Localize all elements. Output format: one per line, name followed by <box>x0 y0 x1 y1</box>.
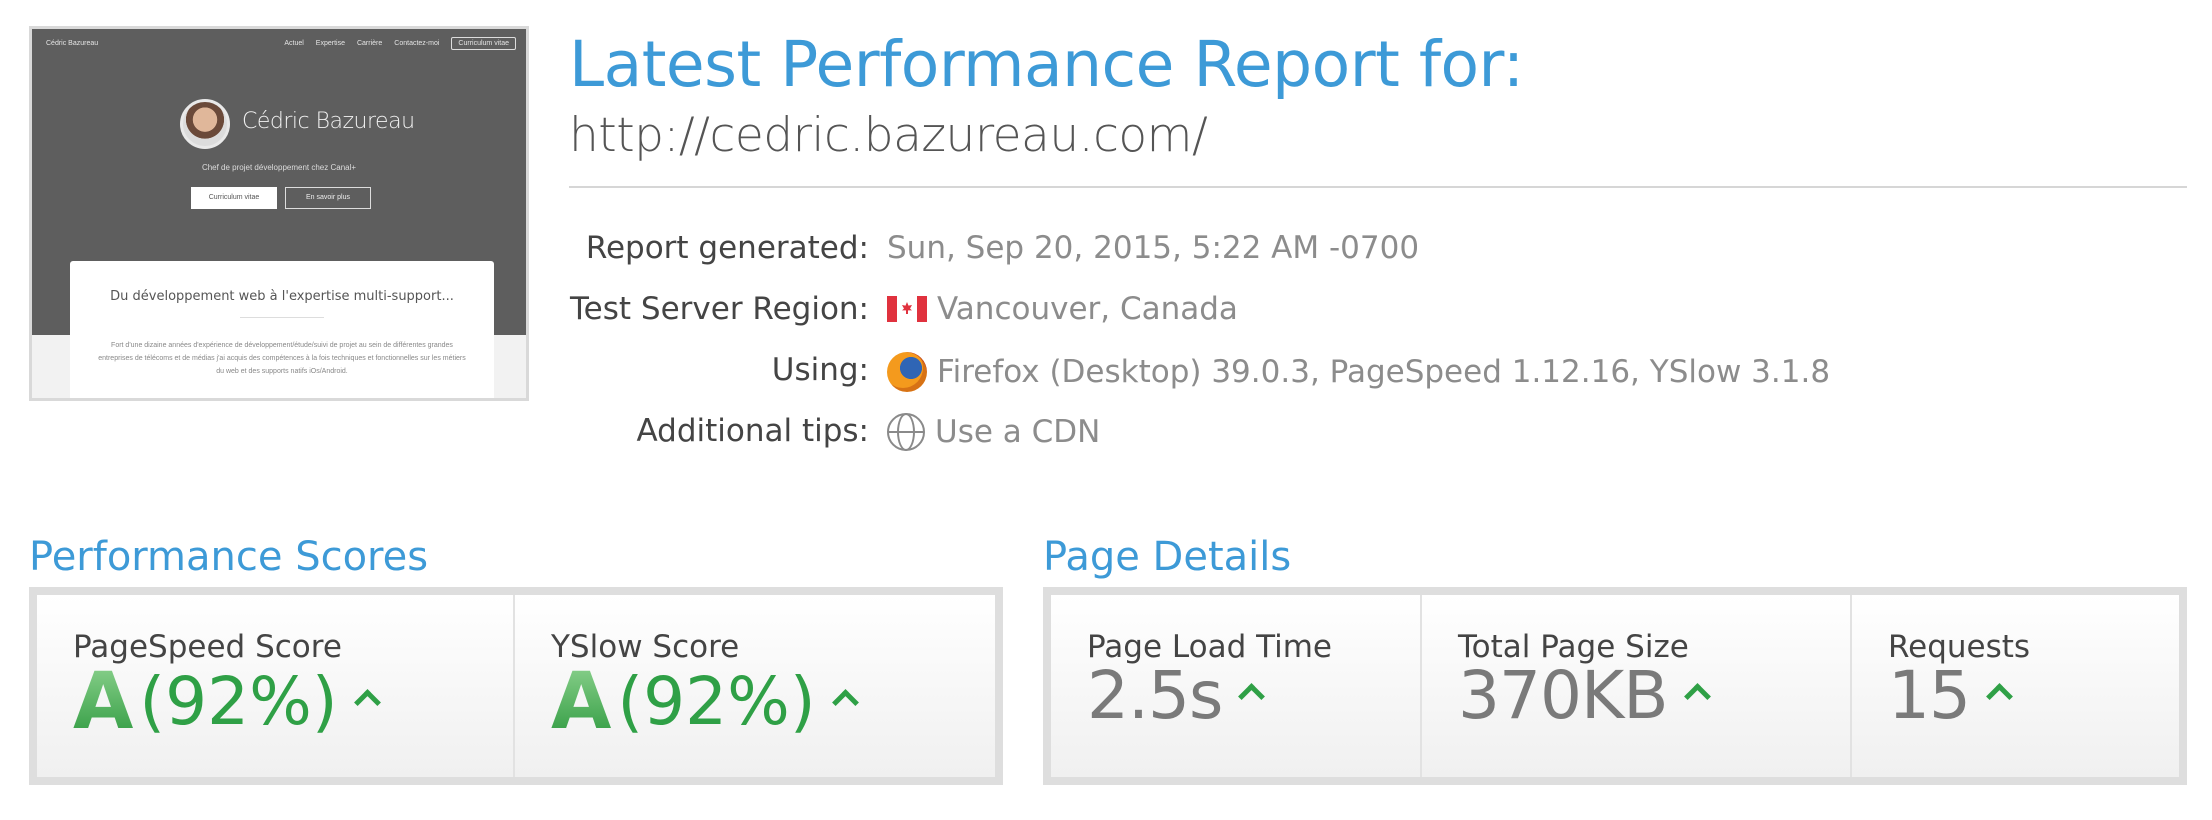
thumbnail-subtitle: Chef de projet développement chez Canal+ <box>201 163 357 172</box>
thumbnail-card-divider <box>240 317 324 318</box>
meta-row-region: Test Server Region: Vancouver, Canada <box>569 291 1769 352</box>
header-divider <box>569 186 2187 188</box>
yslow-percent: (92%) <box>617 663 816 740</box>
page-title: Latest Performance Report for: <box>569 28 1524 101</box>
meta-label: Report generated: <box>585 230 869 266</box>
meta-row-report-generated: Report generated: Sun, Sep 20, 2015, 5:2… <box>569 230 1769 291</box>
thumbnail-nav-cta: Curriculum vitae <box>451 37 516 50</box>
meta-label: Additional tips: <box>636 413 869 449</box>
requests-value-wrap: 15 <box>1888 663 2012 729</box>
page-load-time-cell[interactable]: Page Load Time 2.5s <box>1051 595 1422 777</box>
pagespeed-score-cell[interactable]: PageSpeed Score A (92%) <box>37 595 515 777</box>
pagespeed-percent: (92%) <box>139 663 338 740</box>
meta-value: Firefox (Desktop) 39.0.3, PageSpeed 1.12… <box>887 352 1830 392</box>
meta-value: Vancouver, Canada <box>887 291 1238 327</box>
firefox-icon <box>887 352 927 392</box>
thumbnail-card: Du développement web à l'expertise multi… <box>70 261 494 398</box>
thumbnail-avatar <box>180 99 230 149</box>
performance-scores-panel: PageSpeed Score A (92%) YSlow Score A (9… <box>29 587 1003 785</box>
meta-value: Sun, Sep 20, 2015, 5:22 AM -0700 <box>887 230 1419 266</box>
thumbnail-card-text: Fort d'une dizaine années d'expérience d… <box>98 342 466 375</box>
thumbnail-primary-button: Curriculum vitae <box>191 187 277 209</box>
trend-up-icon <box>1986 684 2012 700</box>
page-details-panel: Page Load Time 2.5s Total Page Size 370K… <box>1043 587 2187 785</box>
trend-up-icon <box>832 690 858 706</box>
thumbnail-nav-link: Contactez-moi <box>394 40 440 47</box>
total-page-size-value-wrap: 370KB <box>1458 663 1710 729</box>
pagespeed-grade: A <box>73 657 134 747</box>
total-page-size-value: 370KB <box>1458 657 1669 734</box>
globe-icon <box>887 413 925 451</box>
thumbnail-card-title: Du développement web à l'expertise multi… <box>110 289 454 304</box>
thumbnail-hero-bg: Cédric Bazureau Actuel Expertise Carrièr… <box>32 29 526 398</box>
thumbnail-nav-link: Carrière <box>356 40 383 47</box>
performance-scores-heading: Performance Scores <box>29 534 429 580</box>
meta-label: Using: <box>771 352 869 388</box>
yslow-grade: A <box>551 657 612 747</box>
requests-value: 15 <box>1888 657 1971 734</box>
meta-value: Use a CDN <box>887 413 1100 451</box>
page-load-time-value: 2.5s <box>1087 657 1223 734</box>
thumbnail-nav-link: Expertise <box>315 40 345 47</box>
trend-up-icon <box>1684 684 1710 700</box>
requests-cell[interactable]: Requests 15 <box>1852 595 2179 777</box>
tips-link[interactable]: Use a CDN <box>935 414 1100 450</box>
thumbnail-name: Cédric Bazureau <box>242 109 415 134</box>
thumbnail-nav: Cédric Bazureau Actuel Expertise Carrièr… <box>42 37 516 51</box>
thumbnail-nav-link: Actuel <box>284 40 304 47</box>
meta-row-tips: Additional tips: Use a CDN <box>569 413 1769 474</box>
report-page: Cédric Bazureau Actuel Expertise Carrièr… <box>0 0 2212 820</box>
region-value: Vancouver, Canada <box>937 291 1238 327</box>
report-generated-value: Sun, Sep 20, 2015, 5:22 AM -0700 <box>887 230 1420 266</box>
meta-row-using: Using: Firefox (Desktop) 39.0.3, PageSpe… <box>569 352 1830 413</box>
report-meta: Report generated: Sun, Sep 20, 2015, 5:2… <box>569 230 1830 474</box>
site-screenshot-thumbnail[interactable]: Cédric Bazureau Actuel Expertise Carrièr… <box>29 26 529 401</box>
using-value: Firefox (Desktop) 39.0.3, PageSpeed 1.12… <box>937 354 1831 390</box>
trend-up-icon <box>354 690 380 706</box>
page-details-heading: Page Details <box>1043 534 1292 580</box>
trend-up-icon <box>1238 684 1264 700</box>
thumbnail-nav-links: Actuel Expertise Carrière Contactez-moi … <box>284 37 516 50</box>
yslow-score-value: A (92%) <box>551 663 858 741</box>
thumbnail-brand: Cédric Bazureau <box>46 40 99 47</box>
thumbnail-secondary-button: En savoir plus <box>285 187 371 209</box>
canada-flag-icon <box>887 296 927 322</box>
total-page-size-cell[interactable]: Total Page Size 370KB <box>1422 595 1852 777</box>
pagespeed-score-value: A (92%) <box>73 663 380 741</box>
page-load-time-value-wrap: 2.5s <box>1087 663 1264 729</box>
meta-label: Test Server Region: <box>570 291 869 327</box>
report-url[interactable]: http://cedric.bazureau.com/ <box>569 108 1208 163</box>
yslow-score-cell[interactable]: YSlow Score A (92%) <box>515 595 995 777</box>
